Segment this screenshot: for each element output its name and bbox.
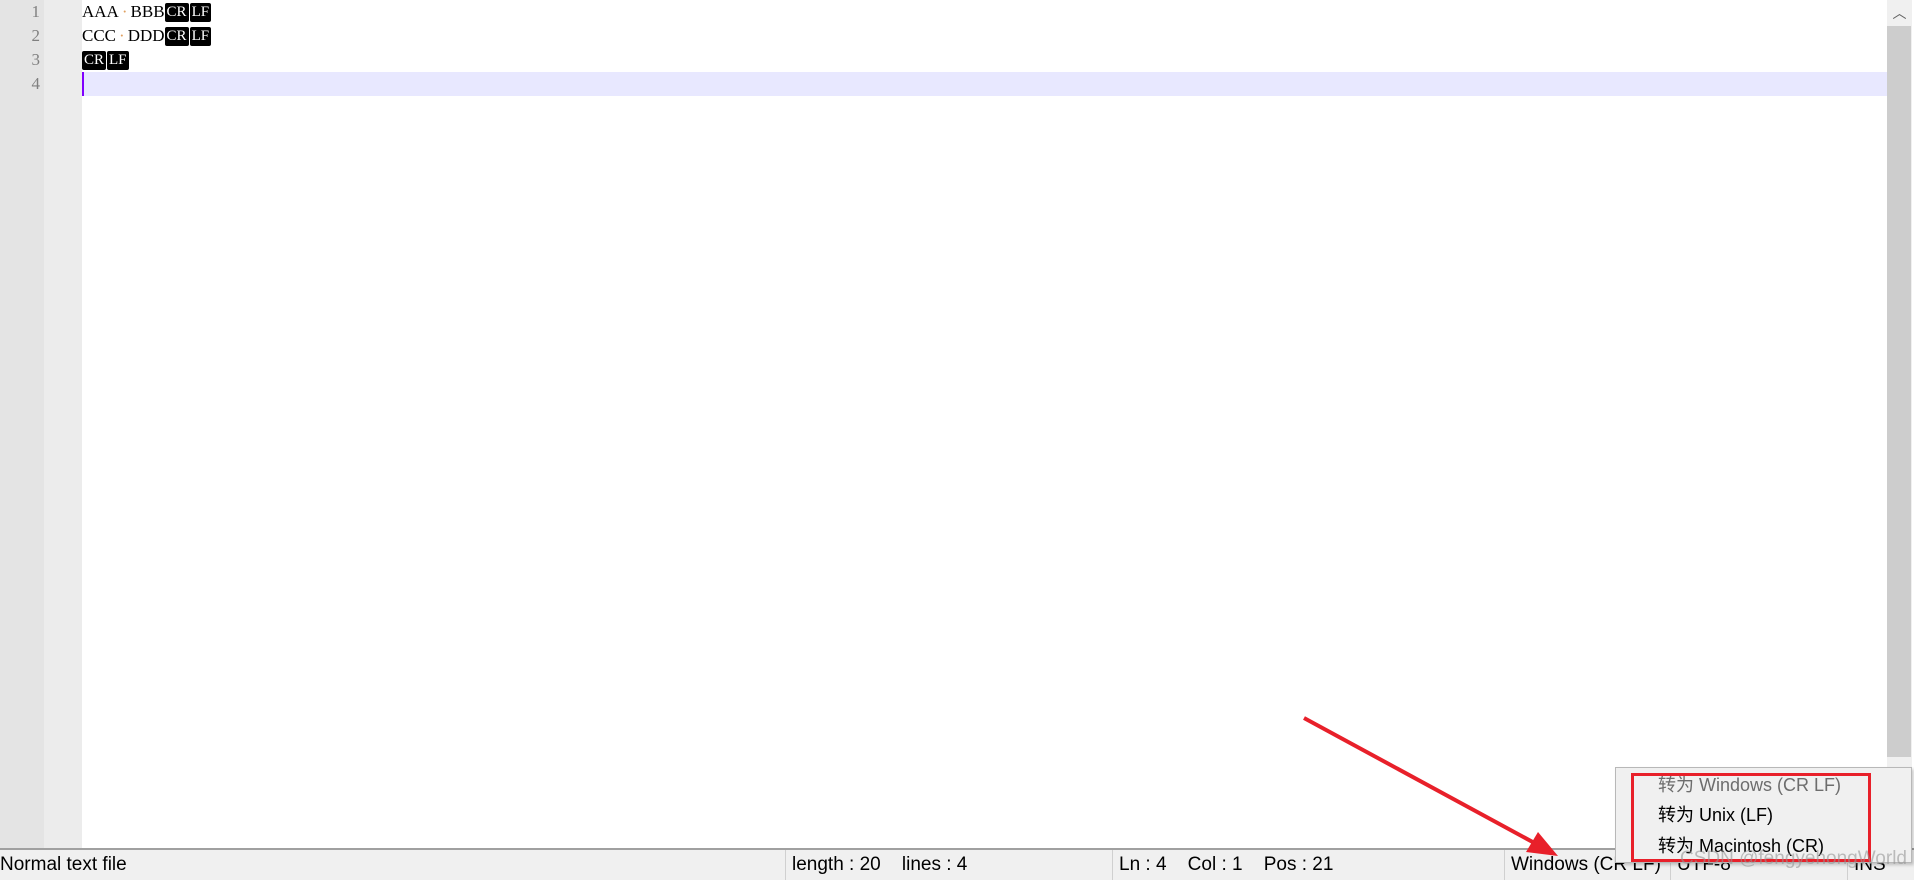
chevron-up-icon[interactable]: ︿ [1887,0,1912,26]
lf-marker: LF [189,26,212,46]
col-value: Col : 1 [1187,854,1243,875]
current-line-highlight [82,72,1887,96]
lf-marker: LF [189,2,212,22]
text: BBB [130,2,165,21]
lf-marker: LF [107,50,129,70]
editor-line: CR LF [82,48,130,72]
cr-marker: CR [82,50,107,70]
lines-value: lines : 4 [901,854,968,875]
line-number: 4 [31,74,41,93]
line-number-margin: 1 2 3 4 [0,0,44,848]
file-type: Normal text file [0,854,127,875]
vertical-scrollbar[interactable]: ︿ [1887,0,1912,848]
caret [82,72,84,96]
doc-stats: length : 20 lines : 4 [785,850,1112,880]
space-marker: · [119,26,125,45]
text-editor[interactable]: AAA · BBB CR LF CCC · DDD CR LF CR LF [82,0,1887,848]
watermark: CSDN @fengyehongWorld [1680,848,1907,869]
fold-margin[interactable] [44,0,82,848]
cursor-position: Ln : 4 Col : 1 Pos : 21 [1112,850,1504,880]
ln-value: Ln : 4 [1119,854,1167,875]
length-value: length : 20 [792,854,881,875]
cr-marker: CR [164,2,189,22]
space-marker: · [121,2,128,21]
line-number: 2 [31,26,41,45]
text: CCC [82,26,117,45]
editor-line: CCC · DDD CR LF [82,24,212,48]
line-number: 3 [31,50,41,69]
editor-line: AAA · BBB CR LF [82,0,212,24]
text: DDD [127,26,165,45]
scrollbar-thumb[interactable] [1887,26,1911,757]
line-number: 1 [31,2,41,21]
pos-value: Pos : 21 [1263,854,1334,875]
cr-marker: CR [164,26,189,46]
text: AAA [82,2,119,21]
